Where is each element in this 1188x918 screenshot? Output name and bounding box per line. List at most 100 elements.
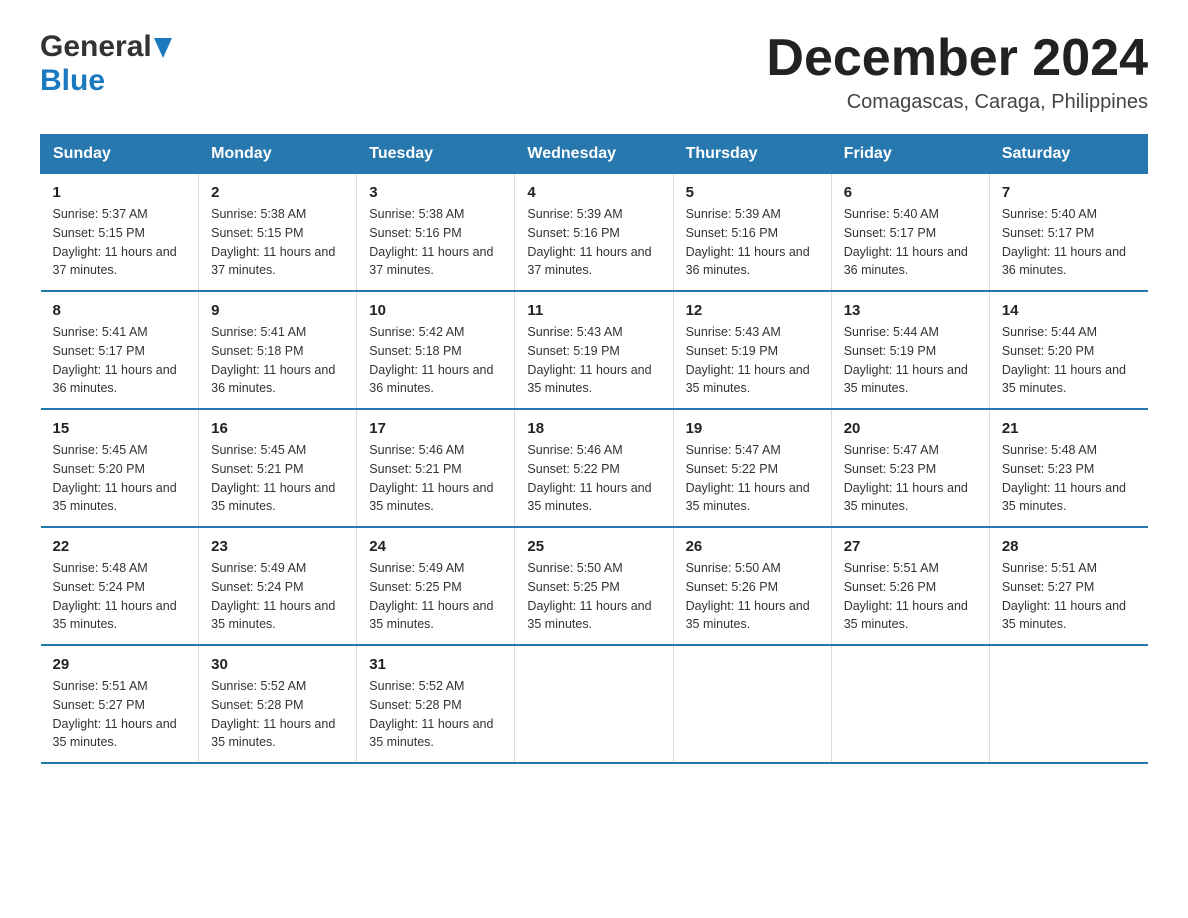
- day-number: 10: [369, 302, 502, 319]
- col-friday: Friday: [831, 135, 989, 174]
- day-info: Sunrise: 5:47 AMSunset: 5:23 PMDaylight:…: [844, 441, 977, 516]
- calendar-cell: 27 Sunrise: 5:51 AMSunset: 5:26 PMDayligh…: [831, 527, 989, 645]
- day-info: Sunrise: 5:38 AMSunset: 5:15 PMDaylight:…: [211, 205, 344, 280]
- day-info: Sunrise: 5:50 AMSunset: 5:25 PMDaylight:…: [527, 559, 660, 634]
- col-wednesday: Wednesday: [515, 135, 673, 174]
- day-info: Sunrise: 5:43 AMSunset: 5:19 PMDaylight:…: [527, 323, 660, 398]
- day-number: 17: [369, 420, 502, 437]
- calendar-cell: 23 Sunrise: 5:49 AMSunset: 5:24 PMDayligh…: [199, 527, 357, 645]
- calendar-cell: 3Sunrise: 5:38 AMSunset: 5:16 PMDaylight…: [357, 174, 515, 292]
- calendar-cell: 2 Sunrise: 5:38 AMSunset: 5:15 PMDaylight…: [199, 174, 357, 292]
- day-number: 23: [211, 538, 344, 555]
- day-info: Sunrise: 5:48 AMSunset: 5:24 PMDaylight:…: [53, 559, 187, 634]
- col-monday: Monday: [199, 135, 357, 174]
- col-sunday: Sunday: [41, 135, 199, 174]
- calendar-cell: 4 Sunrise: 5:39 AMSunset: 5:16 PMDaylight…: [515, 174, 673, 292]
- page-header: General Blue December 2024 Comagascas, C…: [40, 30, 1148, 114]
- calendar-cell: 11Sunrise: 5:43 AMSunset: 5:19 PMDayligh…: [515, 291, 673, 409]
- calendar-cell: 5Sunrise: 5:39 AMSunset: 5:16 PMDaylight…: [673, 174, 831, 292]
- day-info: Sunrise: 5:51 AMSunset: 5:27 PMDaylight:…: [53, 677, 187, 752]
- day-number: 18: [527, 420, 660, 437]
- day-number: 25: [527, 538, 660, 555]
- day-info: Sunrise: 5:41 AMSunset: 5:18 PMDaylight:…: [211, 323, 344, 398]
- day-info: Sunrise: 5:46 AMSunset: 5:22 PMDaylight:…: [527, 441, 660, 516]
- day-number: 2: [211, 184, 344, 201]
- day-number: 16: [211, 420, 344, 437]
- day-number: 4: [527, 184, 660, 201]
- logo-blue-text: Blue: [40, 64, 105, 97]
- calendar-table: Sunday Monday Tuesday Wednesday Thursday…: [40, 134, 1148, 764]
- calendar-cell: 14Sunrise: 5:44 AMSunset: 5:20 PMDayligh…: [989, 291, 1147, 409]
- day-number: 7: [1002, 184, 1136, 201]
- calendar-cell: 20 Sunrise: 5:47 AMSunset: 5:23 PMDayligh…: [831, 409, 989, 527]
- day-number: 8: [53, 302, 187, 319]
- day-info: Sunrise: 5:49 AMSunset: 5:24 PMDaylight:…: [211, 559, 344, 634]
- logo: General Blue: [40, 30, 172, 98]
- day-info: Sunrise: 5:50 AMSunset: 5:26 PMDaylight:…: [686, 559, 819, 634]
- calendar-cell: 6 Sunrise: 5:40 AMSunset: 5:17 PMDaylight…: [831, 174, 989, 292]
- calendar-cell: [673, 645, 831, 763]
- day-info: Sunrise: 5:41 AMSunset: 5:17 PMDaylight:…: [53, 323, 187, 398]
- day-number: 24: [369, 538, 502, 555]
- day-number: 27: [844, 538, 977, 555]
- calendar-title: December 2024: [766, 30, 1148, 87]
- day-number: 12: [686, 302, 819, 319]
- calendar-week-row: 1 Sunrise: 5:37 AMSunset: 5:15 PMDaylight…: [41, 174, 1148, 292]
- day-info: Sunrise: 5:51 AMSunset: 5:26 PMDaylight:…: [844, 559, 977, 634]
- day-info: Sunrise: 5:52 AMSunset: 5:28 PMDaylight:…: [369, 677, 502, 752]
- day-number: 6: [844, 184, 977, 201]
- calendar-header: Sunday Monday Tuesday Wednesday Thursday…: [41, 135, 1148, 174]
- day-number: 15: [53, 420, 187, 437]
- calendar-cell: 31 Sunrise: 5:52 AMSunset: 5:28 PMDayligh…: [357, 645, 515, 763]
- day-number: 26: [686, 538, 819, 555]
- calendar-cell: [515, 645, 673, 763]
- calendar-cell: [989, 645, 1147, 763]
- calendar-cell: 19Sunrise: 5:47 AMSunset: 5:22 PMDayligh…: [673, 409, 831, 527]
- calendar-cell: 13 Sunrise: 5:44 AMSunset: 5:19 PMDayligh…: [831, 291, 989, 409]
- calendar-week-row: 15 Sunrise: 5:45 AMSunset: 5:20 PMDayligh…: [41, 409, 1148, 527]
- calendar-cell: 15 Sunrise: 5:45 AMSunset: 5:20 PMDayligh…: [41, 409, 199, 527]
- day-info: Sunrise: 5:38 AMSunset: 5:16 PMDaylight:…: [369, 205, 502, 280]
- calendar-cell: 17 Sunrise: 5:46 AMSunset: 5:21 PMDayligh…: [357, 409, 515, 527]
- calendar-subtitle: Comagascas, Caraga, Philippines: [766, 91, 1148, 114]
- day-number: 1: [53, 184, 187, 201]
- day-info: Sunrise: 5:46 AMSunset: 5:21 PMDaylight:…: [369, 441, 502, 516]
- day-number: 13: [844, 302, 977, 319]
- calendar-cell: 1 Sunrise: 5:37 AMSunset: 5:15 PMDaylight…: [41, 174, 199, 292]
- calendar-cell: 29 Sunrise: 5:51 AMSunset: 5:27 PMDayligh…: [41, 645, 199, 763]
- col-thursday: Thursday: [673, 135, 831, 174]
- col-tuesday: Tuesday: [357, 135, 515, 174]
- calendar-cell: 28 Sunrise: 5:51 AMSunset: 5:27 PMDayligh…: [989, 527, 1147, 645]
- day-info: Sunrise: 5:45 AMSunset: 5:21 PMDaylight:…: [211, 441, 344, 516]
- day-info: Sunrise: 5:39 AMSunset: 5:16 PMDaylight:…: [527, 205, 660, 280]
- calendar-week-row: 22Sunrise: 5:48 AMSunset: 5:24 PMDayligh…: [41, 527, 1148, 645]
- day-number: 14: [1002, 302, 1136, 319]
- day-info: Sunrise: 5:40 AMSunset: 5:17 PMDaylight:…: [844, 205, 977, 280]
- calendar-cell: 25 Sunrise: 5:50 AMSunset: 5:25 PMDayligh…: [515, 527, 673, 645]
- calendar-cell: 12Sunrise: 5:43 AMSunset: 5:19 PMDayligh…: [673, 291, 831, 409]
- calendar-cell: 9 Sunrise: 5:41 AMSunset: 5:18 PMDaylight…: [199, 291, 357, 409]
- day-info: Sunrise: 5:47 AMSunset: 5:22 PMDaylight:…: [686, 441, 819, 516]
- calendar-cell: 18 Sunrise: 5:46 AMSunset: 5:22 PMDayligh…: [515, 409, 673, 527]
- calendar-cell: 26 Sunrise: 5:50 AMSunset: 5:26 PMDayligh…: [673, 527, 831, 645]
- calendar-week-row: 8 Sunrise: 5:41 AMSunset: 5:17 PMDaylight…: [41, 291, 1148, 409]
- day-number: 29: [53, 656, 187, 673]
- day-number: 28: [1002, 538, 1136, 555]
- day-number: 20: [844, 420, 977, 437]
- day-info: Sunrise: 5:51 AMSunset: 5:27 PMDaylight:…: [1002, 559, 1136, 634]
- day-info: Sunrise: 5:52 AMSunset: 5:28 PMDaylight:…: [211, 677, 344, 752]
- calendar-cell: 21Sunrise: 5:48 AMSunset: 5:23 PMDayligh…: [989, 409, 1147, 527]
- day-info: Sunrise: 5:37 AMSunset: 5:15 PMDaylight:…: [53, 205, 187, 280]
- day-number: 30: [211, 656, 344, 673]
- logo-triangle-icon: [154, 38, 172, 58]
- day-info: Sunrise: 5:40 AMSunset: 5:17 PMDaylight:…: [1002, 205, 1136, 280]
- calendar-cell: [831, 645, 989, 763]
- calendar-cell: 16 Sunrise: 5:45 AMSunset: 5:21 PMDayligh…: [199, 409, 357, 527]
- logo-general-text: General: [40, 30, 152, 64]
- day-info: Sunrise: 5:45 AMSunset: 5:20 PMDaylight:…: [53, 441, 187, 516]
- calendar-week-row: 29 Sunrise: 5:51 AMSunset: 5:27 PMDayligh…: [41, 645, 1148, 763]
- day-info: Sunrise: 5:48 AMSunset: 5:23 PMDaylight:…: [1002, 441, 1136, 516]
- day-info: Sunrise: 5:44 AMSunset: 5:19 PMDaylight:…: [844, 323, 977, 398]
- day-number: 9: [211, 302, 344, 319]
- day-number: 31: [369, 656, 502, 673]
